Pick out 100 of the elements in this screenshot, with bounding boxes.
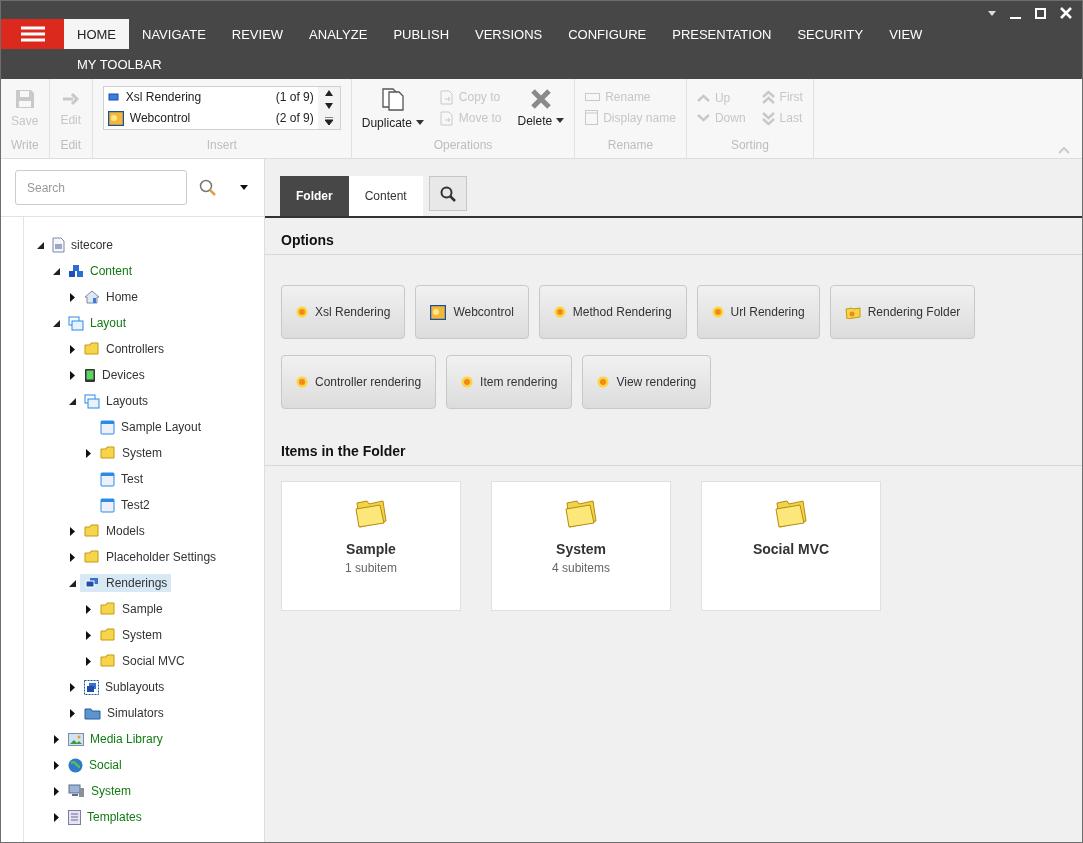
expand-arrow-icon[interactable] (69, 370, 75, 380)
tree-item[interactable]: Devices (80, 365, 149, 385)
tree-item[interactable]: Social MVC (96, 652, 189, 670)
insert-option-button[interactable]: View rendering (582, 355, 712, 409)
tree-item[interactable]: Social (64, 755, 126, 775)
tree-item[interactable]: System (96, 444, 166, 462)
scroll-down-icon[interactable] (324, 103, 333, 110)
tree-item[interactable]: System (64, 782, 135, 800)
sublayout-icon (84, 679, 99, 695)
rendering-icon (296, 306, 308, 318)
ribbon-button[interactable]: Delete (517, 87, 565, 128)
tree-item[interactable]: Test2 (96, 495, 154, 515)
cubes-icon (68, 263, 84, 279)
collapse-arrow-icon[interactable] (52, 267, 60, 275)
insert-option-button[interactable]: Controller rendering (281, 355, 437, 409)
menu-tab[interactable]: MY TOOLBAR (64, 49, 175, 79)
menu-tab[interactable]: CONFIGURE (555, 19, 660, 49)
folder-card[interactable]: Sample 1 subitem (281, 481, 461, 611)
collapse-arrow-icon[interactable] (68, 579, 76, 587)
tree-item[interactable]: Templates (64, 807, 146, 827)
tree-item[interactable]: sitecore (48, 235, 118, 255)
tree-item[interactable]: System (96, 626, 166, 644)
insert-option-button[interactable]: Webcontrol (415, 285, 529, 339)
close-icon[interactable] (1060, 7, 1072, 19)
caret-icon (556, 118, 565, 123)
globe-icon (68, 757, 83, 773)
rendering-icon (107, 93, 120, 101)
menu-tab[interactable]: ANALYZE (296, 19, 381, 49)
search-icon[interactable] (199, 179, 216, 196)
menu-tab[interactable]: NAVIGATE (129, 19, 219, 49)
expand-arrow-icon[interactable] (53, 786, 59, 796)
menu-tab[interactable]: PUBLISH (380, 19, 463, 49)
tree-item[interactable]: Layout (64, 313, 131, 333)
menu-tab[interactable]: REVIEW (218, 19, 297, 49)
windows-icon (68, 315, 84, 331)
tree-item[interactable]: Models (80, 522, 149, 540)
scroll-up-icon[interactable] (324, 90, 333, 97)
tree-item[interactable]: Controllers (80, 340, 169, 358)
expand-arrow-icon[interactable] (85, 630, 91, 640)
menu-tab[interactable]: SECURITY (784, 19, 877, 49)
copy-icon (439, 89, 454, 105)
tree-item[interactable]: Sample (96, 600, 167, 618)
insert-gallery[interactable]: Xsl Rendering (1 of 9) Webcontrol (2 of 9) (102, 85, 341, 130)
expand-arrow-icon[interactable] (53, 812, 59, 822)
insert-option-button[interactable]: Rendering Folder (829, 285, 976, 339)
expand-arrow-icon[interactable] (85, 448, 91, 458)
rename-icon (585, 93, 601, 101)
dropdown-icon (240, 185, 248, 190)
tree-item[interactable]: Test (96, 469, 147, 489)
insert-option-button[interactable]: Method Rendering (538, 285, 687, 339)
menu-button[interactable] (1, 19, 64, 49)
rendering-icon (553, 306, 566, 318)
tree-item[interactable]: Placeholder Settings (80, 548, 221, 566)
collapse-arrow-icon[interactable] (52, 319, 60, 327)
folder-card[interactable]: System 4 subitems (491, 481, 671, 611)
copy-pages-icon (380, 85, 405, 112)
editor-tab[interactable]: Folder (280, 176, 349, 216)
expand-arrow-icon[interactable] (69, 292, 75, 302)
gallery-item[interactable]: Xsl Rendering (1 of 9) (103, 86, 318, 108)
maximize-icon[interactable] (1035, 7, 1046, 19)
search-button[interactable] (428, 176, 467, 211)
menu-tab[interactable]: VERSIONS (462, 19, 556, 49)
menu-tab[interactable]: PRESENTATION (659, 19, 785, 49)
insert-option-button[interactable]: Url Rendering (696, 285, 820, 339)
expand-arrow-icon[interactable] (85, 604, 91, 614)
tree-item[interactable]: Home (80, 288, 142, 306)
gallery-item[interactable]: Webcontrol (2 of 9) (103, 107, 318, 129)
tablet-icon (84, 367, 96, 383)
collapse-arrow-icon[interactable] (68, 397, 76, 405)
double-chevron-down-icon (761, 110, 775, 126)
expand-arrow-icon[interactable] (69, 344, 75, 354)
tree-item[interactable]: Media Library (64, 730, 167, 748)
folder-icon (84, 524, 100, 538)
folder-icon (84, 342, 100, 356)
expand-arrow-icon[interactable] (69, 682, 75, 692)
window-icon (585, 110, 599, 125)
menu-tab[interactable]: HOME (64, 19, 129, 49)
expand-arrow-icon[interactable] (69, 526, 75, 536)
tree-item[interactable]: Sample Layout (96, 417, 206, 437)
collapse-arrow-icon[interactable] (36, 241, 44, 249)
expand-arrow-icon[interactable] (69, 708, 75, 718)
tree-item[interactable]: Content (64, 261, 137, 281)
expand-gallery-icon[interactable] (324, 116, 333, 125)
insert-option-button[interactable]: Xsl Rendering (281, 285, 406, 339)
folder-card[interactable]: Social MVC (701, 481, 881, 611)
search-field[interactable]: Search (15, 170, 187, 205)
insert-option-button[interactable]: Item rendering (446, 355, 573, 409)
group-label: Rename (606, 137, 655, 154)
expand-arrow-icon[interactable] (69, 552, 75, 562)
tree-item[interactable]: Layouts (80, 391, 153, 411)
folder-name: System (556, 541, 606, 557)
tree-item[interactable]: Simulators (80, 704, 168, 722)
tree-item[interactable]: Renderings (80, 574, 172, 592)
tree-item[interactable]: Sublayouts (80, 677, 169, 697)
expand-arrow-icon[interactable] (53, 734, 59, 744)
expand-arrow-icon[interactable] (85, 656, 91, 666)
editor-tab[interactable]: Content (348, 176, 423, 216)
menu-tab[interactable]: VIEW (876, 19, 936, 49)
expand-arrow-icon[interactable] (53, 760, 59, 770)
ribbon-button[interactable]: Duplicate (361, 85, 424, 130)
